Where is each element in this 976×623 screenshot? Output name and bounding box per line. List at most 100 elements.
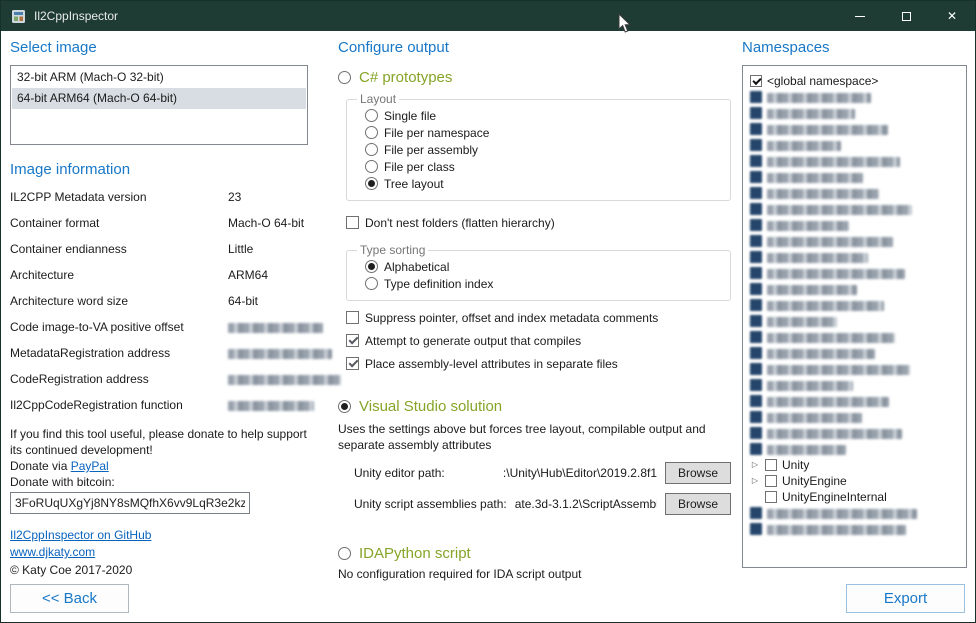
- checkbox-option[interactable]: Suppress pointer, offset and index metad…: [346, 309, 731, 326]
- flatten-checkbox[interactable]: Don't nest folders (flatten hierarchy): [346, 214, 731, 231]
- csharp-radio[interactable]: C# prototypes: [338, 69, 731, 86]
- checkbox-icon[interactable]: [750, 235, 762, 247]
- namespace-item[interactable]: [750, 329, 959, 345]
- checkbox-icon[interactable]: [750, 203, 762, 215]
- namespace-item[interactable]: [750, 505, 959, 521]
- redacted-text: [767, 429, 902, 439]
- checkbox-option[interactable]: Place assembly-level attributes in separ…: [346, 355, 731, 372]
- namespace-item[interactable]: [750, 345, 959, 361]
- checkbox-icon[interactable]: [750, 187, 762, 199]
- titlebar-drag-area[interactable]: [118, 1, 837, 31]
- radio-icon: [365, 177, 378, 190]
- info-row-value: [228, 320, 323, 334]
- checkbox-icon[interactable]: [750, 283, 762, 295]
- namespace-item[interactable]: [750, 265, 959, 281]
- checkbox-icon[interactable]: [750, 75, 762, 87]
- namespace-item[interactable]: [750, 121, 959, 137]
- back-button[interactable]: << Back: [10, 584, 129, 613]
- unity-script-browse-button[interactable]: Browse: [665, 493, 731, 515]
- checkbox-icon[interactable]: [765, 491, 777, 503]
- checkbox-icon[interactable]: [750, 155, 762, 167]
- image-list-item[interactable]: 64-bit ARM64 (Mach-O 64-bit): [12, 88, 306, 109]
- close-button[interactable]: ✕: [929, 1, 975, 31]
- expander-icon[interactable]: ▷: [750, 476, 760, 486]
- checkbox-icon[interactable]: [750, 443, 762, 455]
- checkbox-icon[interactable]: [750, 523, 762, 535]
- namespace-item[interactable]: [750, 409, 959, 425]
- namespace-item[interactable]: UnityEngineInternal: [750, 489, 959, 505]
- minimize-button[interactable]: [837, 1, 883, 31]
- namespace-item[interactable]: [750, 313, 959, 329]
- namespace-item[interactable]: [750, 169, 959, 185]
- checkbox-option[interactable]: Attempt to generate output that compiles: [346, 332, 731, 349]
- namespace-item[interactable]: [750, 249, 959, 265]
- paypal-link[interactable]: PayPal: [71, 459, 109, 473]
- checkbox-icon[interactable]: [765, 475, 777, 487]
- website-link[interactable]: www.djkaty.com: [10, 545, 95, 559]
- checkbox-icon[interactable]: [750, 267, 762, 279]
- namespaces-panel[interactable]: <global namespace>: [742, 65, 967, 568]
- checkbox-icon[interactable]: [765, 459, 777, 471]
- checkbox-icon[interactable]: [750, 139, 762, 151]
- radio-option[interactable]: File per namespace: [365, 124, 722, 141]
- info-row-label: Container endianness: [10, 242, 228, 256]
- checkbox-icon[interactable]: [750, 299, 762, 311]
- namespace-item[interactable]: [750, 281, 959, 297]
- checkbox-icon[interactable]: [750, 363, 762, 375]
- namespace-item[interactable]: [750, 185, 959, 201]
- configure-output-section: Configure output C# prototypes Layout Si…: [338, 39, 731, 581]
- titlebar[interactable]: Il2CppInspector ✕: [1, 1, 975, 31]
- namespace-item[interactable]: [750, 393, 959, 409]
- checkbox-icon[interactable]: [750, 91, 762, 103]
- namespaces-section: Namespaces <global namespace>: [742, 39, 967, 568]
- export-button[interactable]: Export: [846, 584, 965, 613]
- unity-editor-browse-button[interactable]: Browse: [665, 462, 731, 484]
- namespace-item[interactable]: [750, 105, 959, 121]
- namespace-item[interactable]: <global namespace>: [750, 73, 959, 89]
- checkbox-icon[interactable]: [750, 507, 762, 519]
- checkbox-icon[interactable]: [750, 107, 762, 119]
- namespace-item[interactable]: [750, 377, 959, 393]
- namespace-item[interactable]: [750, 217, 959, 233]
- maximize-button[interactable]: [883, 1, 929, 31]
- namespace-item[interactable]: [750, 89, 959, 105]
- checkbox-icon[interactable]: [750, 171, 762, 183]
- namespace-item[interactable]: [750, 297, 959, 313]
- checkbox-icon[interactable]: [750, 379, 762, 391]
- github-link[interactable]: Il2CppInspector on GitHub: [10, 528, 151, 542]
- radio-option[interactable]: Tree layout: [365, 175, 722, 192]
- namespace-item[interactable]: [750, 137, 959, 153]
- namespace-item[interactable]: [750, 441, 959, 457]
- checkbox-icon[interactable]: [750, 219, 762, 231]
- namespace-item[interactable]: [750, 425, 959, 441]
- radio-option[interactable]: Single file: [365, 107, 722, 124]
- checkbox-icon[interactable]: [750, 331, 762, 343]
- radio-option[interactable]: File per assembly: [365, 141, 722, 158]
- vs-radio[interactable]: Visual Studio solution: [338, 398, 731, 415]
- bitcoin-address-input[interactable]: [10, 492, 250, 514]
- image-list-item[interactable]: 32-bit ARM (Mach-O 32-bit): [12, 67, 306, 88]
- namespace-item[interactable]: [750, 361, 959, 377]
- checkbox-icon[interactable]: [750, 123, 762, 135]
- radio-option[interactable]: Alphabetical: [365, 258, 722, 275]
- namespace-item[interactable]: ▷ UnityEngine: [750, 473, 959, 489]
- namespace-item[interactable]: [750, 153, 959, 169]
- namespace-item-label: [767, 202, 912, 216]
- namespace-item[interactable]: [750, 233, 959, 249]
- image-listbox[interactable]: 32-bit ARM (Mach-O 32-bit) 64-bit ARM64 …: [10, 65, 308, 145]
- radio-option[interactable]: Type definition index: [365, 275, 722, 292]
- links-section: Il2CppInspector on GitHub www.djkaty.com…: [10, 527, 308, 579]
- namespace-item[interactable]: [750, 521, 959, 537]
- checkbox-icon[interactable]: [750, 427, 762, 439]
- checkbox-icon[interactable]: [750, 411, 762, 423]
- checkbox-icon[interactable]: [750, 315, 762, 327]
- ida-radio[interactable]: IDAPython script: [338, 545, 731, 562]
- radio-option[interactable]: File per class: [365, 158, 722, 175]
- checkbox-icon[interactable]: [750, 395, 762, 407]
- namespace-item[interactable]: [750, 201, 959, 217]
- expander-icon[interactable]: ▷: [750, 460, 760, 470]
- namespace-item[interactable]: ▷ Unity: [750, 457, 959, 473]
- checkbox-icon[interactable]: [750, 251, 762, 263]
- redacted-text: [767, 525, 906, 535]
- checkbox-icon[interactable]: [750, 347, 762, 359]
